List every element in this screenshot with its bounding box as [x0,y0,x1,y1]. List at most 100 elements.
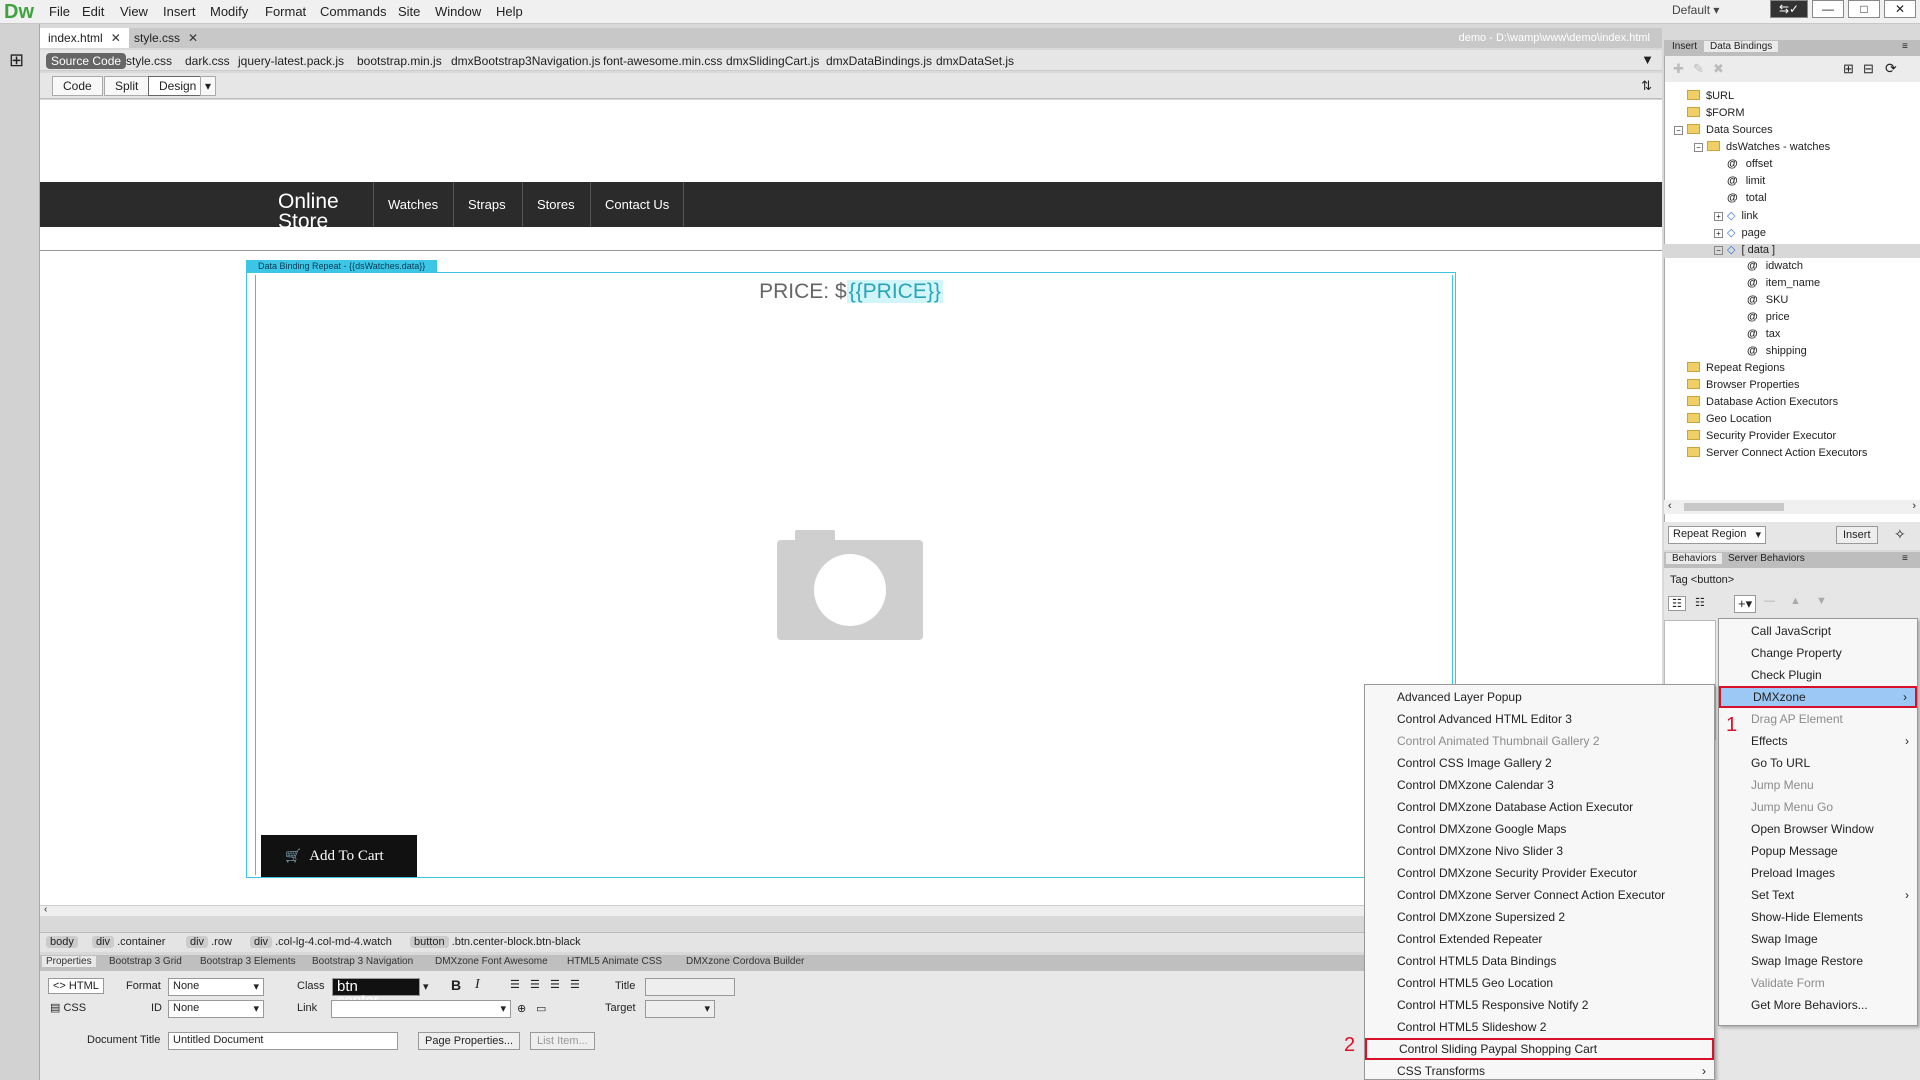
related-file[interactable]: font-awesome.min.css [603,54,722,68]
scroll-right-icon[interactable]: › [1912,500,1916,512]
tree-item-idwatch[interactable]: @ idwatch [1747,260,1803,272]
add-to-cart-button[interactable]: 🛒 Add To Cart [261,835,417,877]
edit-binding-icon[interactable]: ✎ [1693,61,1704,77]
show-set-events-icon[interactable]: ☷ [1668,596,1686,611]
outdent-icon[interactable]: ☰ [550,978,560,991]
class-dropdown-icon[interactable]: ▾ [423,980,429,993]
tree-item-link[interactable]: + ◇ link [1714,209,1758,222]
refresh-icon[interactable]: ⟳ [1885,60,1897,77]
menu-help[interactable]: Help [496,4,523,19]
scroll-left-icon[interactable]: ‹ [44,904,47,915]
link-field[interactable]: ▾ [331,1000,511,1018]
tree-item-database-action-executors[interactable]: Database Action Executors [1687,396,1838,408]
menu-item-control-html5-slideshow-2[interactable]: Control HTML5 Slideshow 2 [1365,1016,1714,1038]
list-item-button[interactable]: List Item... [530,1032,595,1050]
menu-item-control-sliding-paypal-shopping-cart[interactable]: Control Sliding Paypal Shopping Cart [1365,1038,1714,1060]
panel-menu-icon[interactable]: ≡ [1896,41,1914,52]
tab-behaviors[interactable]: Behaviors [1666,553,1723,564]
tree-item-item-name[interactable]: @ item_name [1747,277,1820,289]
collapse-icon[interactable]: − [1694,143,1703,152]
menu-item-show-hide-elements[interactable]: Show-Hide Elements [1719,906,1917,928]
nav-watches[interactable]: Watches [373,182,452,227]
tree-item-data[interactable]: − ◇ [ data ] [1714,243,1775,256]
tab-data-bindings[interactable]: Data Bindings [1704,41,1779,52]
menu-item-control-html5-geo-location[interactable]: Control HTML5 Geo Location [1365,972,1714,994]
collapse-icon[interactable]: − [1714,246,1723,255]
id-select[interactable]: None ▾ [168,1000,264,1018]
bold-icon[interactable]: B [451,977,461,993]
nav-stores[interactable]: Stores [522,182,589,227]
sync-icon[interactable]: ⇆✓ [1770,0,1808,18]
menu-item-swap-image[interactable]: Swap Image [1719,928,1917,950]
tree-item-page[interactable]: + ◇ page [1714,226,1766,239]
menu-item-advanced-layer-popup[interactable]: Advanced Layer Popup [1365,686,1714,708]
bind-to-select[interactable]: Repeat Region ▾ [1668,526,1766,544]
remove-behavior-icon[interactable]: — [1764,595,1775,607]
site-brand[interactable]: Online Store [278,192,350,228]
menu-item-go-to-url[interactable]: Go To URL [1719,752,1917,774]
show-all-events-icon[interactable]: ☷ [1692,596,1708,609]
close-icon[interactable]: ✕ [1884,0,1916,18]
structure-icon[interactable]: ⊞ [9,50,24,71]
related-file[interactable]: style.css [126,54,172,68]
related-file[interactable]: dmxDataBindings.js [826,54,932,68]
related-file[interactable]: jquery-latest.pack.js [238,54,344,68]
menu-format[interactable]: Format [265,4,306,19]
panel-menu-icon[interactable]: ≡ [1896,553,1914,564]
tree-item-limit[interactable]: @ limit [1727,175,1765,187]
tab-insert[interactable]: Insert [1666,41,1703,52]
tag-div-row[interactable]: div .row [186,936,232,948]
menu-item-control-css-image-gallery-2[interactable]: Control CSS Image Gallery 2 [1365,752,1714,774]
tree-item-price[interactable]: @ price [1747,311,1790,323]
menu-item-control-dmxzone-google-maps[interactable]: Control DMXzone Google Maps [1365,818,1714,840]
menu-item-effects[interactable]: Effects › [1719,730,1917,752]
menu-item-dmxzone[interactable]: DMXzone › [1719,686,1917,708]
browse-folder-icon[interactable]: ▭ [536,1002,546,1015]
menu-item-control-dmxzone-calendar-3[interactable]: Control DMXzone Calendar 3 [1365,774,1714,796]
expand-icon[interactable]: + [1714,229,1723,238]
menu-item-control-dmxzone-security-provider-executor[interactable]: Control DMXzone Security Provider Execut… [1365,862,1714,884]
page-properties-button[interactable]: Page Properties... [418,1032,521,1050]
minimize-icon[interactable]: — [1812,0,1844,18]
menu-item-control-dmxzone-nivo-slider-3[interactable]: Control DMXzone Nivo Slider 3 [1365,840,1714,862]
close-tab-icon[interactable]: ✕ [188,31,198,45]
menu-window[interactable]: Window [435,4,481,19]
workspace-switcher[interactable]: Default ▾ [1672,3,1719,17]
nav-straps[interactable]: Straps [453,182,520,227]
tree-item-geo-location[interactable]: Geo Location [1687,413,1771,425]
target-select[interactable]: ▾ [645,1000,715,1018]
menu-item-call-javascript[interactable]: Call JavaScript [1719,620,1917,642]
menu-item-open-browser-window[interactable]: Open Browser Window [1719,818,1917,840]
menu-site[interactable]: Site [398,4,420,19]
menu-modify[interactable]: Modify [210,4,248,19]
nav-contact-us[interactable]: Contact Us [590,182,685,227]
tree-item-form[interactable]: $FORM [1687,107,1745,119]
sort-icon[interactable]: ⇅ [1641,78,1652,94]
menu-item-control-dmxzone-database-action-executor[interactable]: Control DMXzone Database Action Executor [1365,796,1714,818]
menu-commands[interactable]: Commands [320,4,386,19]
scroll-thumb[interactable] [1684,503,1784,511]
tab-animate-css[interactable]: HTML5 Animate CSS [563,956,666,967]
menu-file[interactable]: File [49,4,70,19]
design-view-button[interactable]: Design [148,76,208,96]
bindings-scrollbar[interactable]: ‹ › [1664,500,1920,514]
tab-properties[interactable]: Properties [42,956,96,967]
related-file[interactable]: dmxSlidingCart.js [726,54,819,68]
related-file[interactable]: dmxDataSet.js [936,54,1014,68]
indent-icon[interactable]: ☰ [570,978,580,991]
remove-binding-icon[interactable]: ✖ [1713,61,1724,77]
related-file[interactable]: bootstrap.min.js [357,54,442,68]
menu-edit[interactable]: Edit [82,4,104,19]
tree-item-data-sources[interactable]: − Data Sources [1674,124,1773,136]
tree-item-repeat-regions[interactable]: Repeat Regions [1687,362,1785,374]
expand-icon[interactable]: + [1714,212,1723,221]
tree-item-security-provider-executor[interactable]: Security Provider Executor [1687,430,1836,442]
tag-div-container[interactable]: div .container [92,936,165,948]
menu-insert[interactable]: Insert [163,4,196,19]
tab-bootstrap-navigation[interactable]: Bootstrap 3 Navigation [308,956,417,967]
italic-icon[interactable]: I [475,977,480,993]
css-mode-button[interactable]: ▤ CSS [50,1001,86,1014]
tab-cordova-builder[interactable]: DMXzone Cordova Builder [682,956,808,967]
menu-item-control-extended-repeater[interactable]: Control Extended Repeater [1365,928,1714,950]
tag-button[interactable]: button .btn.center-block.btn-black [410,936,581,948]
